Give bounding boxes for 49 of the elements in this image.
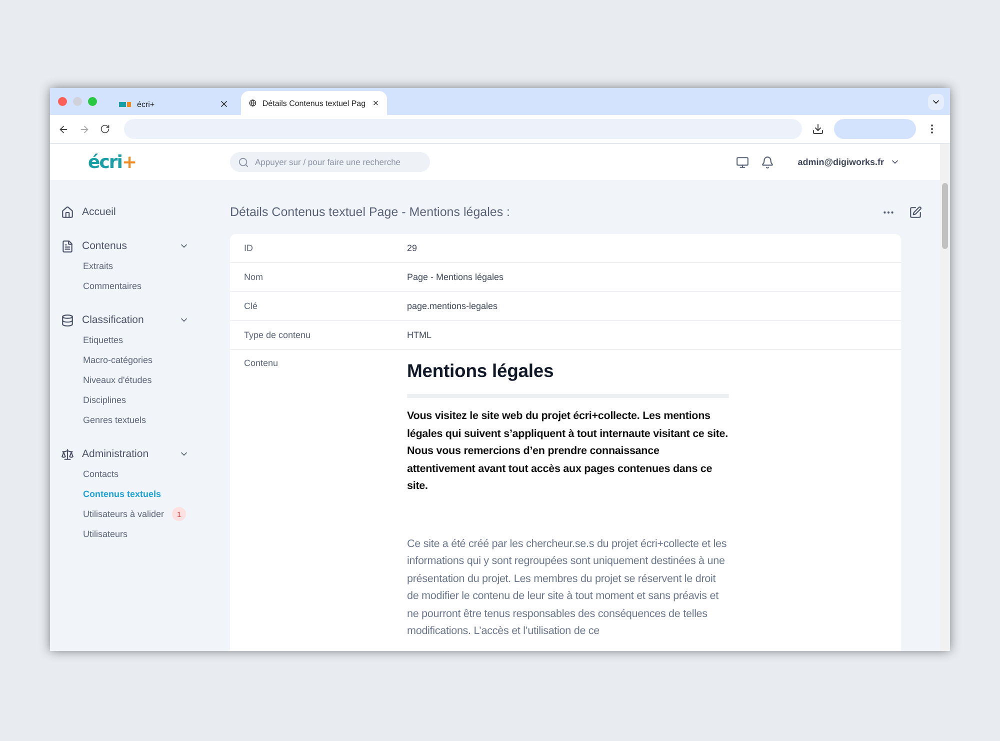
site-logo-icon [119,102,131,106]
sidebar-item[interactable]: Etiquettes [61,330,230,350]
tab-title: écri+ [137,100,156,108]
reload-icon[interactable] [100,124,110,134]
sidebar-item[interactable]: Macro-catégories [61,350,230,370]
sidebar-section[interactable]: Administration [61,444,189,464]
globe-icon [249,98,256,108]
browser-tab[interactable]: Détails Contenus textuel Pag [241,91,387,115]
sidebar-item[interactable]: Niveaux d'études [61,370,230,390]
close-tab-icon[interactable] [219,99,229,109]
edit-icon[interactable] [909,206,922,218]
scrollbar[interactable] [940,180,950,651]
sidebar-item[interactable]: Genres textuels [61,410,230,430]
field-label: Type de contenu [244,330,312,340]
sidebar-item[interactable]: Disciplines [61,390,230,410]
tab-menu-button[interactable] [928,94,944,110]
field-value: Page - Mentions légales [407,272,505,282]
field-value: HTML [407,330,432,340]
sidebar-item[interactable]: Commentaires [61,276,230,296]
database-icon [61,314,74,326]
body-paragraph: Ce site a été créé par les chercheur.se.s du projet écri+collecte et les informations qui y sont regroupées sont uniquement destinées à une présentation du projet. Les membres du projet se réservent le droit de modifier le contenu de leur site à tout moment et sans préavis et ne pourront être tenus responsables des conséquences de telles modifications. L’accès et l’utilisation de ce [407,536,728,639]
search-icon [238,156,249,168]
user-menu[interactable]: admin@digiworks.fr [798,157,900,167]
sidebar-item[interactable]: Contacts [61,464,230,484]
field-label: Nom [244,272,264,282]
sidebar-section[interactable]: Contenus [61,236,189,256]
field-label: ID [244,243,254,253]
sidebar-section[interactable]: Classification [61,310,189,330]
field-label: Clé [244,301,259,311]
house-icon [61,206,74,218]
scales-icon [61,448,74,460]
tab-title: Détails Contenus textuel Pag [262,98,366,108]
download-icon[interactable] [812,123,824,135]
intro-paragraph: Vous visitez le site web du projet écri+collecte. Les mentions légales qui suivent s’appliquent à tout internaute visitant ce site. Nous vous remercions d’en prendre connaissance attentivement avant tout accès aux pages contenues dans ce site. [407,409,729,494]
field-value: page.mentions-legales [407,301,499,311]
sidebar-item[interactable]: Utilisateurs [61,524,230,544]
page-title: Détails Contenus textuel Page - Mentions légales : [230,205,512,219]
field-value: 29 [407,243,418,253]
field-label: Contenu [244,358,280,368]
close-tab-icon[interactable] [372,98,379,108]
monitor-icon[interactable] [736,156,749,168]
document-icon [61,240,74,252]
logo: écri+ [88,152,138,172]
sidebar-item[interactable]: Extraits [61,256,230,276]
bell-icon[interactable] [760,156,774,168]
browser-tab[interactable]: écri+ [111,93,237,115]
content-heading: Mentions légales [407,360,729,398]
sidebar-section[interactable]: Accueil [61,202,189,222]
back-icon[interactable] [58,124,69,134]
